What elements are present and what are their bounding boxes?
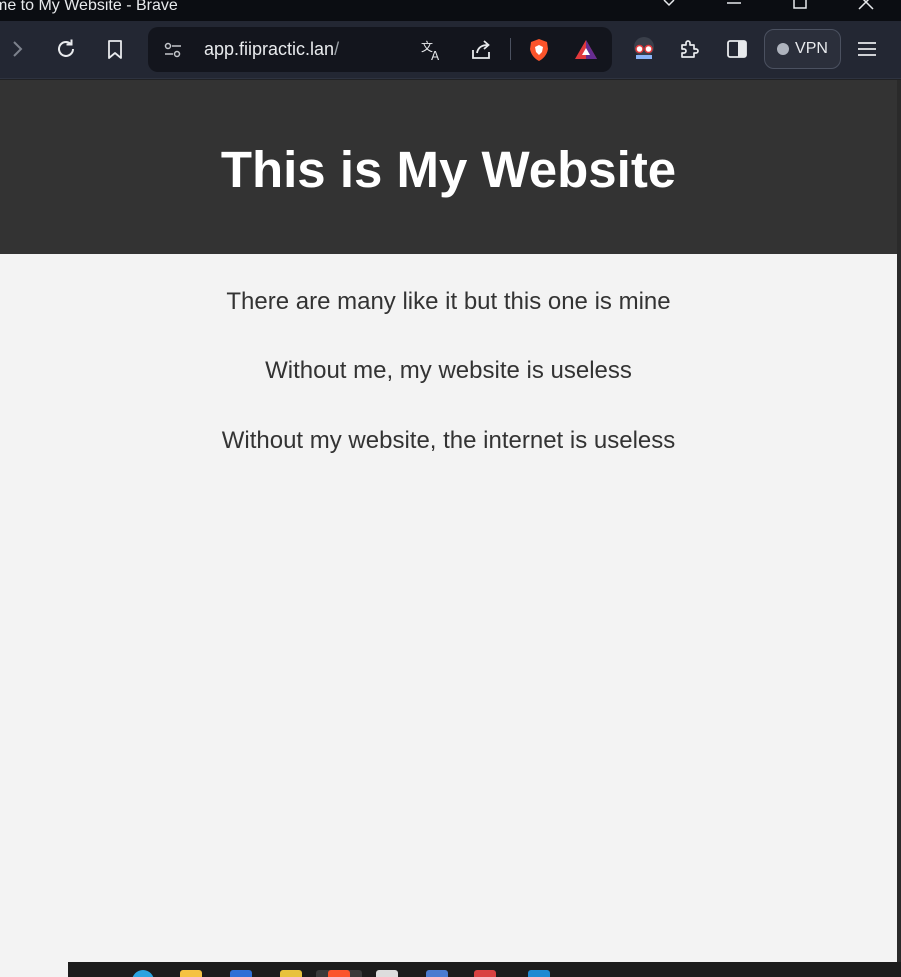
- window-title-bar: me to My Website - Brave: [0, 0, 901, 21]
- sidebar-toggle-icon[interactable]: [722, 34, 752, 64]
- extensions-puzzle-icon[interactable]: [674, 34, 704, 64]
- window-title: me to My Website - Brave: [0, 0, 178, 14]
- vpn-label: VPN: [795, 40, 828, 57]
- vpn-status-icon: [777, 43, 790, 55]
- tab-search-icon[interactable]: [659, 0, 679, 14]
- web-page: This is My Website There are many like i…: [0, 80, 897, 962]
- site-header: This is My Website: [0, 80, 897, 254]
- share-icon[interactable]: [468, 37, 494, 63]
- address-bar[interactable]: app.fiipractic.lan/ 文A: [148, 27, 612, 72]
- url-host: app.fiipractic.lan: [204, 39, 335, 59]
- browser-toolbar: app.fiipractic.lan/ 文A VPN: [0, 21, 901, 79]
- vpn-button[interactable]: VPN: [764, 29, 841, 69]
- os-taskbar: [0, 962, 901, 977]
- page-heading: This is My Website: [220, 141, 677, 198]
- brave-shields-icon[interactable]: [526, 37, 552, 63]
- paragraph-3: Without my website, the internet is usel…: [221, 427, 676, 454]
- app-taskbar-icon-4[interactable]: [426, 970, 448, 977]
- taskbar-left-area: [0, 962, 68, 977]
- edge-browser-taskbar-icon[interactable]: [132, 970, 154, 977]
- site-settings-icon[interactable]: [160, 37, 186, 63]
- minimize-icon[interactable]: [724, 0, 744, 14]
- brave-rewards-icon[interactable]: [573, 37, 599, 63]
- translate-icon[interactable]: 文A: [419, 37, 445, 63]
- forward-icon[interactable]: [2, 34, 32, 64]
- extension-glasses-icon[interactable]: [629, 34, 659, 64]
- url-text: app.fiipractic.lan/: [204, 39, 339, 60]
- app-taskbar-icon-2[interactable]: [280, 970, 302, 977]
- file-explorer-taskbar-icon[interactable]: [180, 970, 202, 977]
- brave-taskbar-icon[interactable]: [328, 970, 350, 977]
- urlbar-divider: [510, 38, 511, 60]
- svg-text:A: A: [431, 49, 440, 62]
- paragraph-1: There are many like it but this one is m…: [226, 288, 671, 315]
- reload-icon[interactable]: [51, 34, 81, 64]
- app-taskbar-icon-5[interactable]: [474, 970, 496, 977]
- app-taskbar-icon-1[interactable]: [230, 970, 252, 977]
- bookmark-icon[interactable]: [100, 34, 130, 64]
- paragraph-2: Without me, my website is useless: [265, 357, 632, 384]
- url-path: /: [334, 39, 340, 59]
- close-icon[interactable]: [856, 0, 876, 14]
- menu-icon[interactable]: [852, 34, 882, 64]
- app-taskbar-icon-3[interactable]: [376, 970, 398, 977]
- window-edge: [897, 80, 901, 962]
- maximize-icon[interactable]: [790, 0, 810, 14]
- vscode-taskbar-icon[interactable]: [528, 970, 550, 977]
